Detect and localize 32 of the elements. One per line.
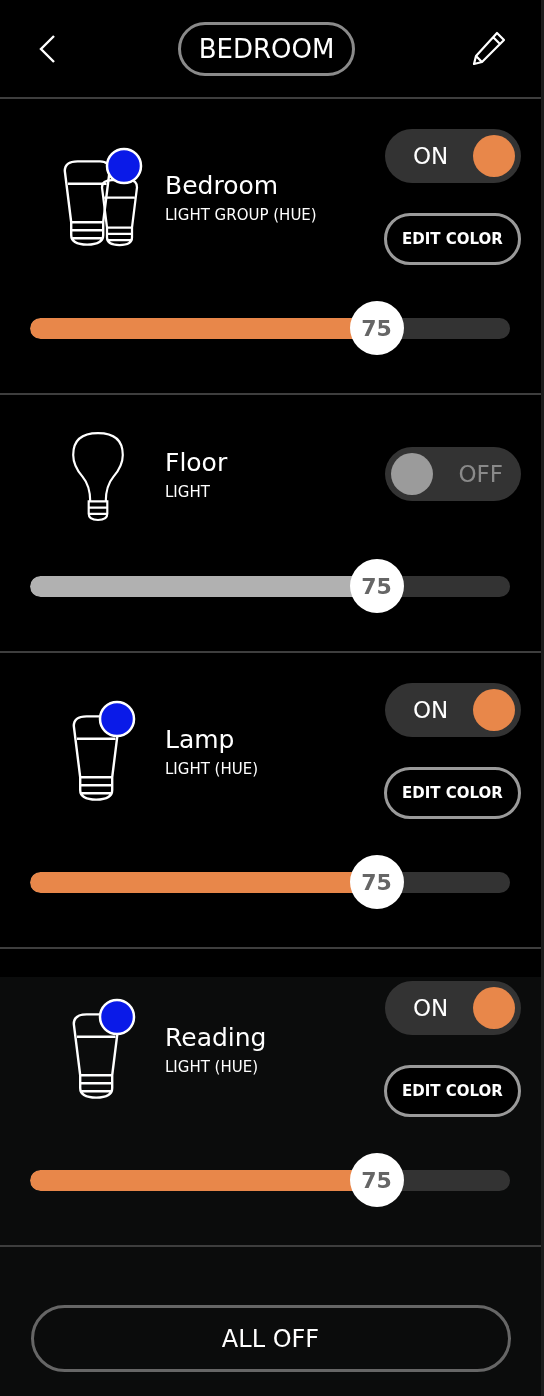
- bulb-icon: [71, 432, 124, 522]
- edit-color-button[interactable]: EDIT COLOR: [384, 1065, 521, 1117]
- slider-thumb[interactable]: 75: [349, 855, 404, 909]
- slider-thumb[interactable]: 75: [349, 1153, 404, 1207]
- power-toggle[interactable]: ON: [385, 981, 521, 1035]
- all-off-button[interactable]: ALL OFF: [30, 1305, 511, 1372]
- device-name: Bedroom: [165, 170, 279, 200]
- brightness-track[interactable]: [30, 1169, 510, 1191]
- back-icon[interactable]: [38, 33, 56, 64]
- device-card[interactable]: Reading LIGHT (HUE) ON EDIT COLOR 75: [0, 977, 541, 1247]
- bulb-icon: [72, 1013, 120, 1099]
- brightness-track[interactable]: [30, 871, 510, 893]
- brightness-track[interactable]: [30, 575, 510, 597]
- brightness-track[interactable]: [30, 317, 510, 339]
- device-name: Lamp: [165, 724, 235, 754]
- power-toggle[interactable]: ON: [385, 683, 521, 737]
- power-toggle[interactable]: OFF: [385, 447, 521, 501]
- bulbs-icon: [63, 160, 138, 247]
- slider-thumb[interactable]: 75: [349, 301, 404, 355]
- slider-thumb[interactable]: 75: [349, 559, 404, 613]
- bulb-icon: [72, 715, 120, 801]
- device-type: LIGHT: [165, 482, 210, 501]
- device-name: Reading: [165, 1022, 267, 1052]
- device-type: LIGHT GROUP (HUE): [165, 205, 317, 224]
- device-type: LIGHT (HUE): [165, 1057, 259, 1076]
- device-name: Floor: [165, 447, 228, 477]
- pencil-icon[interactable]: [471, 29, 507, 66]
- power-toggle[interactable]: ON: [385, 129, 521, 183]
- edit-color-button[interactable]: EDIT COLOR: [384, 213, 521, 265]
- room-title[interactable]: BEDROOM: [177, 21, 356, 76]
- edit-color-button[interactable]: EDIT COLOR: [384, 767, 521, 819]
- device-type: LIGHT (HUE): [165, 759, 259, 778]
